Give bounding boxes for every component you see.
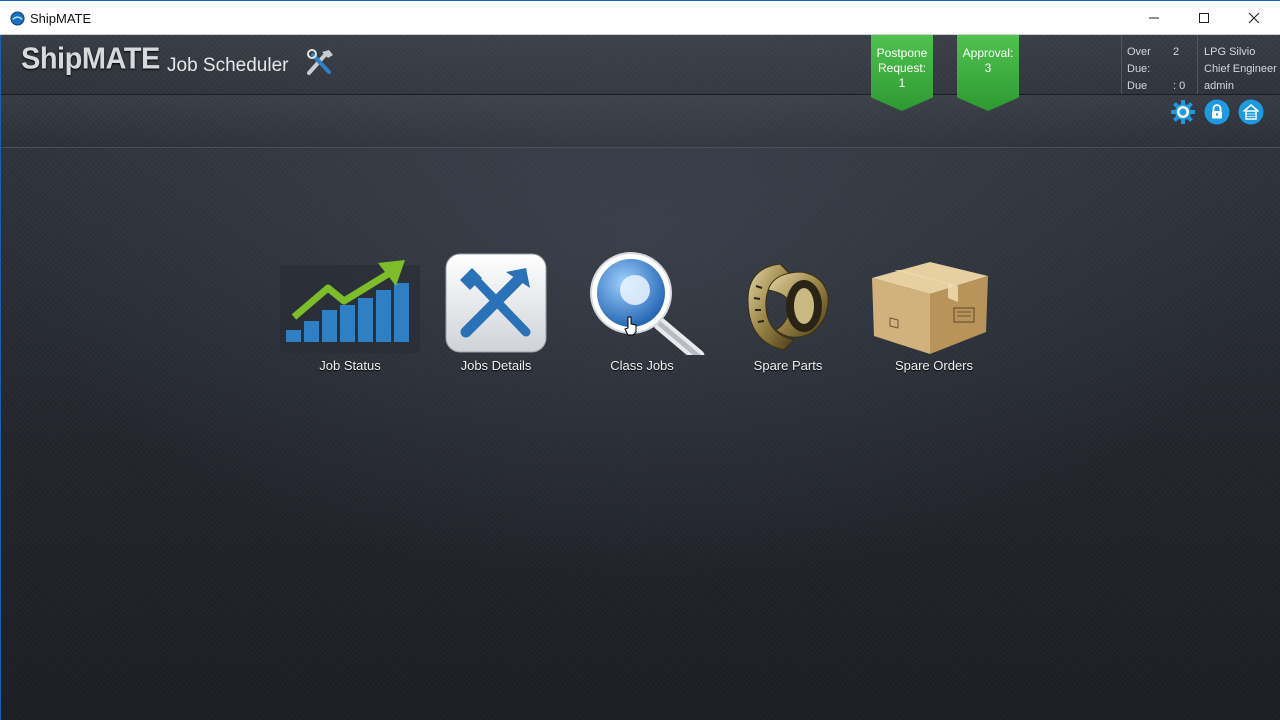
approval-label: Approval:: [962, 46, 1014, 60]
postpone-count: 1: [898, 76, 906, 90]
home-icon[interactable]: [1238, 99, 1264, 125]
postpone-label-line2: Request:: [877, 61, 927, 75]
tile-label: Job Status: [319, 358, 381, 373]
lock-icon[interactable]: [1204, 99, 1230, 125]
maximize-icon: [1199, 13, 1209, 23]
minimize-button[interactable]: [1129, 1, 1179, 35]
magnifier-icon: [590, 252, 705, 355]
tile-class-jobs[interactable]: Class Jobs: [572, 250, 712, 380]
window-title: ShipMATE: [30, 11, 92, 26]
user-role: Chief Engineer: [1204, 63, 1277, 75]
bar-chart-icon: [280, 260, 420, 353]
postpone-request-ribbon[interactable]: Postpone Request: 1: [871, 35, 933, 111]
minimize-icon: [1149, 17, 1159, 19]
postpone-label-line1: Postpone: [876, 46, 928, 60]
tools-icon: [445, 253, 547, 353]
tile-label: Class Jobs: [610, 358, 674, 373]
tile-job-status[interactable]: Job Status: [280, 250, 420, 380]
tile-label: Spare Parts: [753, 358, 823, 373]
user-info: LPG Silvio Chief Engineer admin: [1197, 35, 1280, 94]
hand-cursor-icon: [624, 316, 637, 336]
cardboard-box-icon: [872, 262, 988, 354]
window-titlebar: ShipMATE: [0, 0, 1280, 35]
overdue-value: 2: [1173, 46, 1180, 58]
app-toolbar: [1, 95, 1280, 148]
tile-spare-orders[interactable]: Spare Orders: [864, 250, 1004, 380]
user-name: admin: [1204, 80, 1234, 92]
tile-label: Spare Orders: [894, 358, 974, 373]
tile-spare-parts[interactable]: Spare Parts: [718, 250, 858, 380]
due-label: Due: [1127, 80, 1148, 92]
main-area: ShipMATE Job Scheduler Postpone Request:…: [0, 35, 1280, 720]
approval-count: 3: [984, 61, 992, 75]
coupling-icon: [747, 263, 829, 351]
tile-jobs-details[interactable]: Jobs Details: [426, 250, 566, 380]
app-icon: [10, 11, 25, 26]
approval-ribbon[interactable]: Approval: 3: [957, 35, 1019, 111]
close-icon: [1248, 12, 1260, 24]
gear-icon[interactable]: [1170, 99, 1196, 125]
maximize-button[interactable]: [1179, 1, 1229, 35]
tile-label: Jobs Details: [460, 358, 532, 373]
tools-icon[interactable]: [303, 47, 337, 77]
brand-logo-text: ShipMATE: [21, 42, 160, 76]
due-value: : 0: [1173, 80, 1186, 92]
close-button[interactable]: [1229, 1, 1279, 35]
overdue-label: Over Due:: [1127, 46, 1151, 75]
module-title: Job Scheduler: [167, 55, 289, 76]
due-summary: Over Due: 2 Due : 0: [1121, 35, 1197, 94]
vessel-name: LPG Silvio: [1204, 46, 1256, 58]
